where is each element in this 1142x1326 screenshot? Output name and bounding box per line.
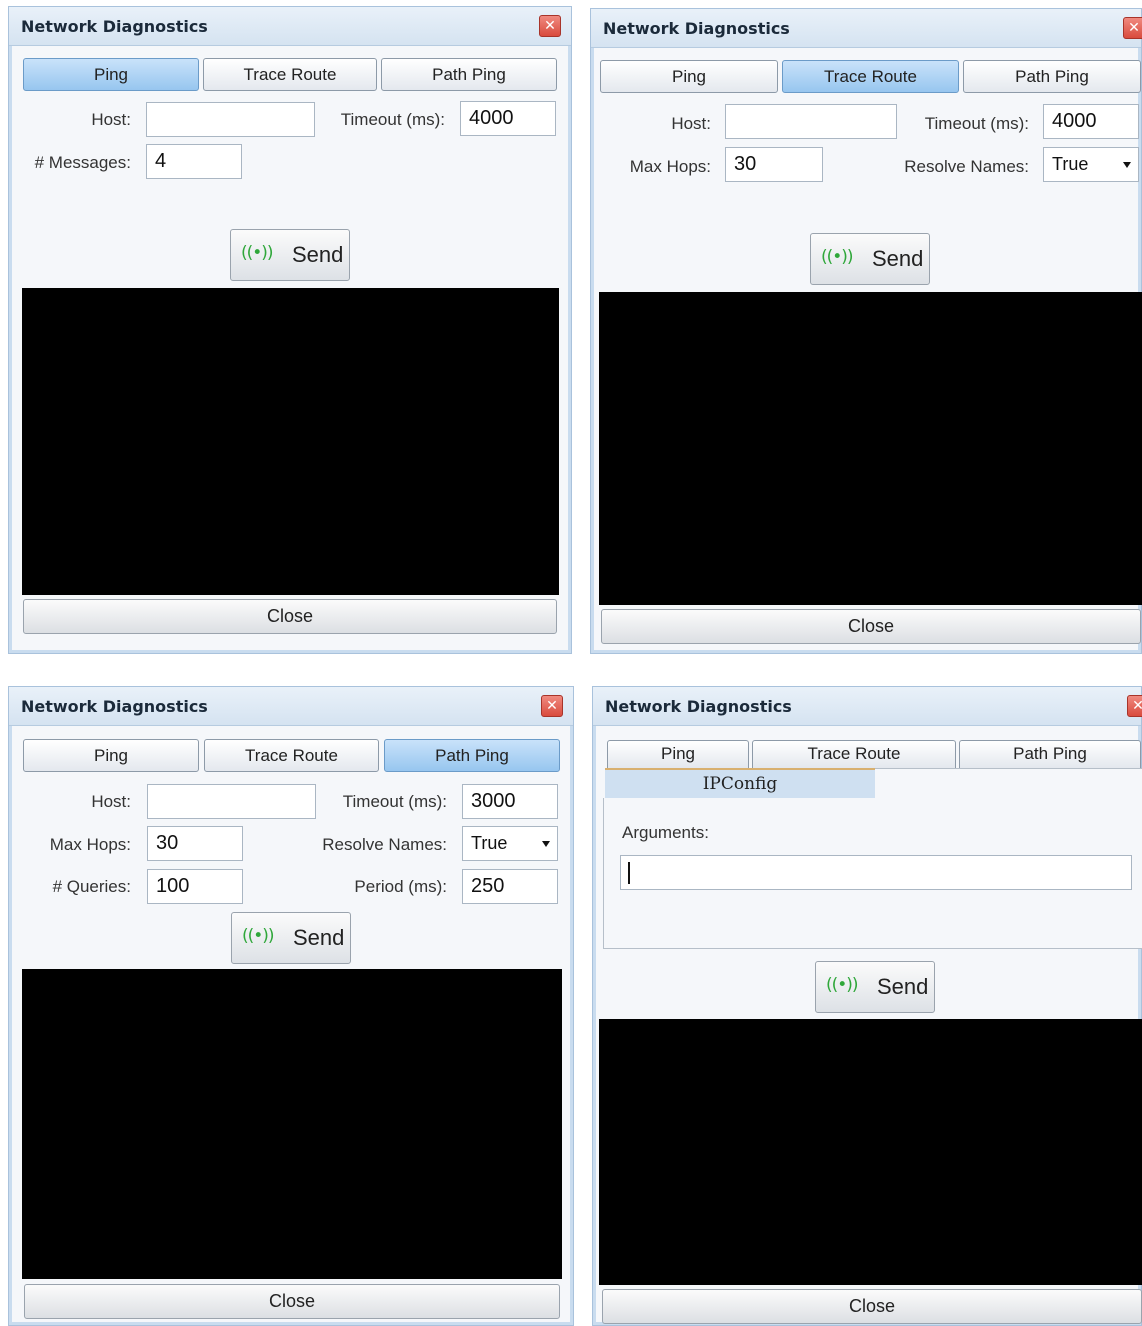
title-bar: Network Diagnostics ✕: [9, 687, 573, 726]
host-label: Host:: [91, 110, 131, 129]
max-hops-label: Max Hops:: [49, 835, 131, 854]
tab-path-ping[interactable]: Path Ping: [384, 739, 560, 772]
send-button[interactable]: ((•)) Send: [810, 233, 930, 285]
signal-icon: ((•)): [242, 926, 275, 946]
path-ping-dialog: Network Diagnostics ✕ Ping Trace Route P…: [8, 686, 574, 1326]
tab-path-ping[interactable]: Path Ping: [381, 58, 557, 91]
timeout-label: Timeout (ms):: [340, 110, 445, 129]
host-input[interactable]: [146, 102, 315, 137]
dropdown-arrow-icon: [1123, 162, 1131, 168]
send-label: Send: [877, 974, 929, 999]
signal-icon: ((•)): [241, 243, 274, 263]
ping-dialog: Network Diagnostics ✕ Ping Trace Route P…: [8, 6, 572, 654]
messages-label: # Messages:: [34, 153, 131, 172]
max-hops-label: Max Hops:: [629, 157, 711, 176]
title-bar: Network Diagnostics ✕: [9, 7, 571, 46]
close-button[interactable]: Close: [602, 1289, 1142, 1324]
close-window-icon[interactable]: ✕: [1123, 17, 1142, 39]
title-bar: Network Diagnostics ✕: [591, 9, 1142, 48]
send-label: Send: [872, 246, 924, 271]
arguments-label: Arguments:: [622, 823, 709, 842]
host-label: Host:: [91, 792, 131, 811]
send-button[interactable]: ((•)) Send: [815, 961, 935, 1013]
timeout-label: Timeout (ms):: [342, 792, 447, 811]
send-label: Send: [292, 242, 344, 267]
tab-ipconfig[interactable]: IPConfig: [605, 768, 875, 799]
max-hops-input[interactable]: 30: [147, 826, 243, 861]
tab-trace-route[interactable]: Trace Route: [203, 58, 377, 91]
close-window-icon[interactable]: ✕: [539, 15, 561, 37]
resolve-names-select[interactable]: True: [1043, 147, 1139, 182]
dropdown-arrow-icon: [542, 841, 550, 847]
output-console: [599, 292, 1142, 605]
ipconfig-dialog: Network Diagnostics ✕ Ping Trace Route P…: [592, 686, 1142, 1326]
tab-trace-route[interactable]: Trace Route: [204, 739, 379, 772]
title-bar: Network Diagnostics ✕: [593, 687, 1142, 726]
period-label: Period (ms):: [354, 877, 447, 896]
tab-ping[interactable]: Ping: [23, 58, 199, 91]
output-console: [22, 288, 559, 595]
tab-trace-route[interactable]: Trace Route: [782, 60, 959, 93]
tab-trace-route[interactable]: Trace Route: [752, 740, 956, 768]
window-title: Network Diagnostics: [605, 697, 792, 716]
messages-input[interactable]: 4: [146, 144, 242, 179]
resolve-names-label: Resolve Names:: [904, 157, 1029, 176]
timeout-input[interactable]: 3000: [462, 784, 558, 819]
resolve-names-select[interactable]: True: [462, 826, 558, 861]
send-label: Send: [293, 925, 345, 950]
queries-input[interactable]: 100: [147, 869, 243, 904]
arguments-input[interactable]: [620, 855, 1132, 890]
host-label: Host:: [671, 114, 711, 133]
text-cursor: [628, 862, 630, 884]
tab-ping[interactable]: Ping: [600, 60, 778, 93]
timeout-input[interactable]: 4000: [1043, 104, 1139, 139]
output-console: [599, 1019, 1142, 1285]
resolve-names-label: Resolve Names:: [322, 835, 447, 854]
ipconfig-content: Arguments:: [603, 798, 1142, 949]
timeout-label: Timeout (ms):: [924, 114, 1029, 133]
trace-route-dialog: Network Diagnostics ✕ Ping Trace Route P…: [590, 8, 1142, 654]
close-window-icon[interactable]: ✕: [1127, 695, 1142, 717]
resolve-names-value: True: [1052, 154, 1089, 174]
signal-icon: ((•)): [826, 975, 859, 995]
tab-path-ping[interactable]: Path Ping: [959, 740, 1141, 768]
host-input[interactable]: [147, 784, 316, 819]
max-hops-input[interactable]: 30: [725, 147, 823, 182]
window-title: Network Diagnostics: [21, 17, 208, 36]
output-console: [22, 969, 562, 1279]
tab-ping[interactable]: Ping: [607, 740, 749, 768]
close-button[interactable]: Close: [23, 599, 557, 634]
queries-label: # Queries:: [52, 877, 131, 896]
close-button[interactable]: Close: [24, 1284, 560, 1319]
send-button[interactable]: ((•)) Send: [231, 912, 351, 964]
timeout-input[interactable]: 4000: [460, 101, 556, 136]
window-title: Network Diagnostics: [603, 19, 790, 38]
close-window-icon[interactable]: ✕: [541, 695, 563, 717]
signal-icon: ((•)): [821, 247, 854, 267]
tab-path-ping[interactable]: Path Ping: [963, 60, 1141, 93]
close-button[interactable]: Close: [601, 609, 1141, 644]
resolve-names-value: True: [471, 833, 508, 853]
period-input[interactable]: 250: [462, 869, 558, 904]
tab-ping[interactable]: Ping: [23, 739, 199, 772]
window-title: Network Diagnostics: [21, 697, 208, 716]
host-input[interactable]: [725, 104, 897, 139]
send-button[interactable]: ((•)) Send: [230, 229, 350, 281]
